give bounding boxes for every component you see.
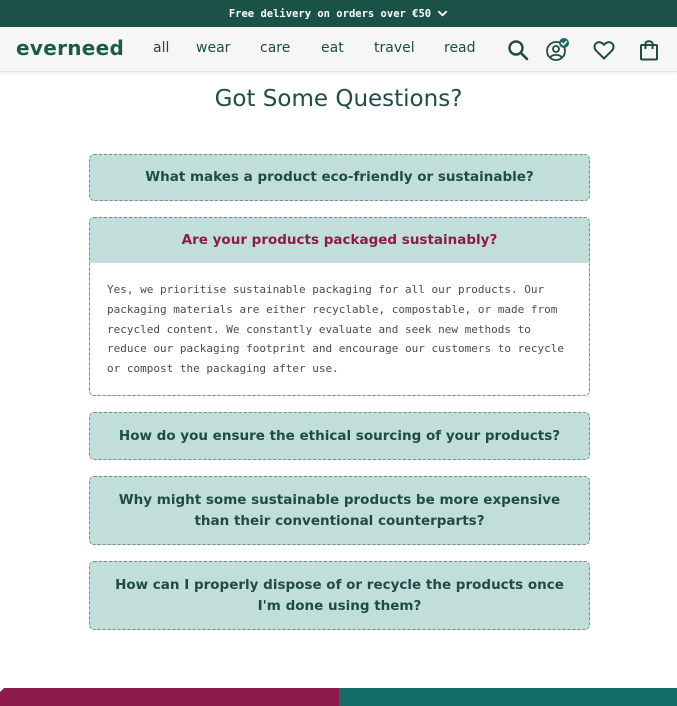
faq-item[interactable]: What makes a product eco-friendly or sus…	[89, 154, 590, 201]
faq-question[interactable]: What makes a product eco-friendly or sus…	[90, 155, 589, 200]
bag-icon[interactable]	[637, 38, 661, 62]
nav-item-eat[interactable]: eat	[321, 40, 344, 56]
faq-item[interactable]: How do you ensure the ethical sourcing o…	[89, 412, 590, 460]
search-icon[interactable]	[506, 38, 530, 62]
faq-question[interactable]: Are your products packaged sustainably?	[90, 218, 589, 263]
promo-text: Free delivery on orders over €50	[228, 7, 432, 20]
site-header: everneed all wear care eat travel read	[0, 27, 677, 72]
nav-item-travel[interactable]: travel	[374, 40, 415, 56]
account-icon[interactable]	[545, 38, 569, 62]
faq-item-expanded[interactable]: Are your products packaged sustainably? …	[89, 217, 590, 396]
heart-icon[interactable]	[592, 38, 616, 62]
faq-question[interactable]: How can I properly dispose of or recycle…	[90, 562, 589, 629]
faq-question[interactable]: How do you ensure the ethical sourcing o…	[90, 413, 589, 459]
promo-bar[interactable]: Free delivery on orders over €50	[0, 0, 677, 27]
nav-item-read[interactable]: read	[444, 40, 476, 56]
main-nav: all wear care eat travel read	[0, 40, 677, 60]
nav-item-wear[interactable]: wear	[196, 40, 230, 56]
footer-band-right	[339, 688, 677, 706]
nav-item-care[interactable]: care	[260, 40, 290, 56]
nav-item-all[interactable]: all	[153, 40, 169, 56]
faq-question[interactable]: Why might some sustainable products be m…	[90, 477, 589, 544]
faq-item[interactable]: How can I properly dispose of or recycle…	[89, 561, 590, 630]
chevron-down-icon	[438, 10, 448, 17]
footer-band-left	[0, 688, 339, 706]
faq-item[interactable]: Why might some sustainable products be m…	[89, 476, 590, 545]
faq-answer: Yes, we prioritise sustainable packaging…	[90, 263, 589, 395]
faq-title: Got Some Questions?	[214, 86, 463, 112]
